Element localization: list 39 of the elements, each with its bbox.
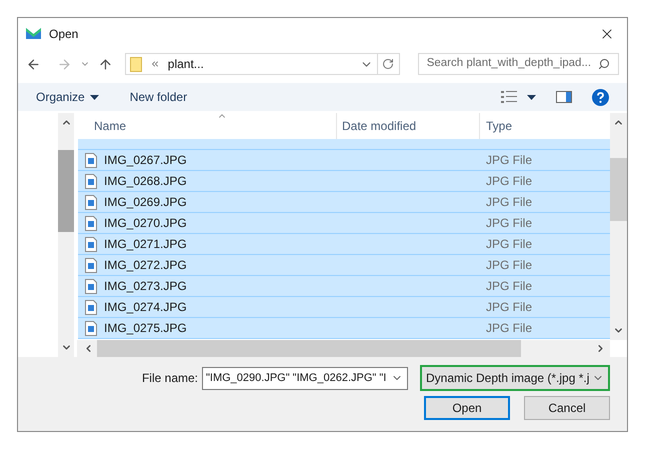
address-bar[interactable]: plant... [124,53,400,75]
file-name: IMG_0268.JPG [104,173,187,190]
window-title: Open [49,26,78,42]
file-name: IMG_0267.JPG [104,152,187,169]
file-row[interactable]: IMG_0274.JPG JPG File [78,297,610,318]
file-type: JPG File [485,278,532,295]
file-row[interactable]: IMG_0273.JPG JPG File [78,276,610,297]
file-type: JPG File [485,320,532,337]
file-name: IMG_0271.JPG [104,236,187,253]
file-type: JPG File [485,173,532,190]
file-row[interactable]: IMG_0270.JPG JPG File [78,213,610,234]
file-type: JPG File [485,257,532,274]
file-name: IMG_0272.JPG [104,257,187,274]
file-row[interactable]: IMG_0267.JPG JPG File [78,150,610,171]
file-name-field[interactable]: "IMG_0290.JPG" "IMG_0262.JPG" "I [202,366,408,390]
search-field[interactable]: Search plant_with_depth_ipad... [418,53,619,75]
file-row[interactable]: IMG_0275.JPG JPG File [78,318,610,339]
file-type: JPG File [485,194,532,211]
file-type: JPG File [485,215,532,232]
file-row[interactable]: IMG_0271.JPG JPG File [78,234,610,255]
file-type: JPG File [485,299,532,316]
new-folder-button[interactable]: New folder [130,88,188,106]
file-name-label: File name: [142,370,198,387]
organize-menu-button[interactable]: Organize [36,88,99,106]
file-name: IMG_0275.JPG [104,320,187,337]
file-type: JPG File [485,152,532,169]
file-row[interactable]: IMG_0268.JPG JPG File [78,171,610,192]
column-header[interactable]: Type [480,113,610,139]
address-path: plant... [168,56,204,73]
dialog-button[interactable]: Cancel [524,396,610,420]
file-name: IMG_0274.JPG [104,299,187,316]
file-type: JPG File [485,236,532,253]
file-type-dropdown[interactable]: Dynamic Depth image (*.jpg *.j [420,365,610,391]
file-row[interactable]: IMG_0272.JPG JPG File [78,255,610,276]
file-name: IMG_0270.JPG [104,215,187,232]
file-name: IMG_0273.JPG [104,278,187,295]
file-row[interactable]: IMG_0269.JPG JPG File [78,192,610,213]
file-name: IMG_0269.JPG [104,194,187,211]
dialog-button[interactable]: Open [424,396,510,420]
